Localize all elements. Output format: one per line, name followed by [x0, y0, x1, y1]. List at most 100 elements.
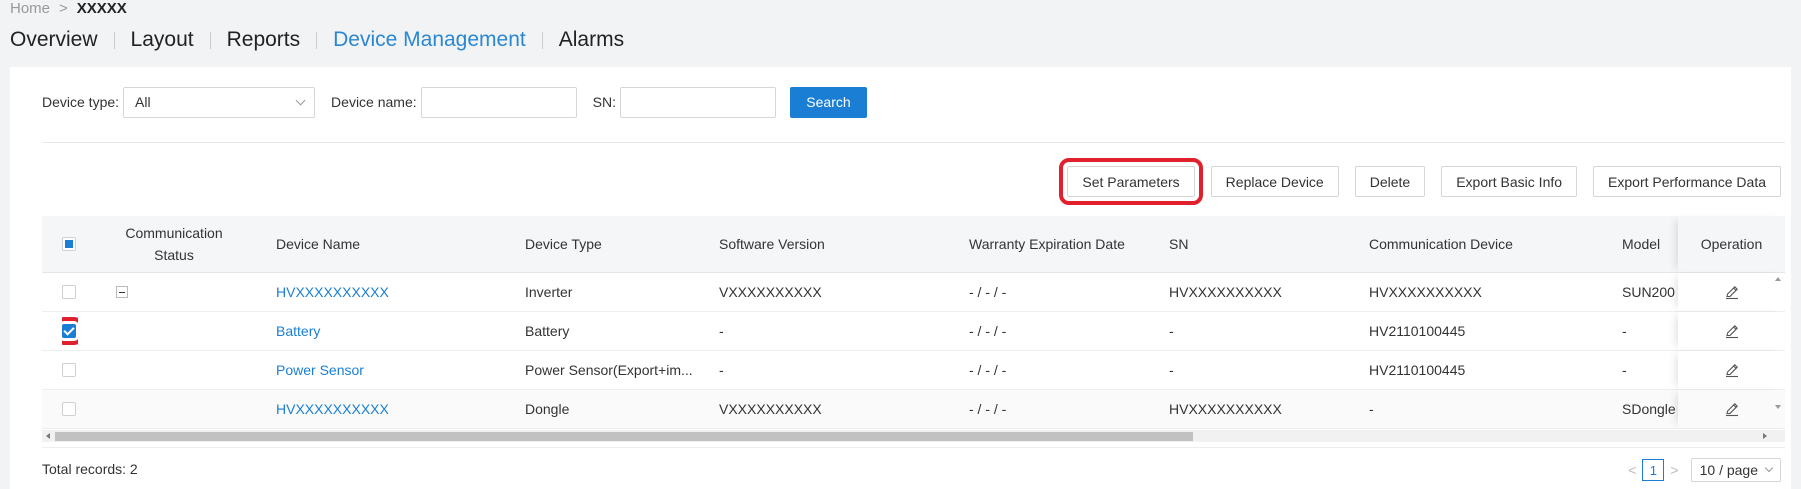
- warranty-cell: - / - / -: [969, 362, 1007, 378]
- table-row[interactable]: HVXXXXXXXXXX Inverter VXXXXXXXXXX - / - …: [42, 273, 1785, 312]
- action-toolbar: Set Parameters Replace Device Delete Exp…: [1051, 158, 1781, 205]
- horizontal-scrollbar[interactable]: [42, 430, 1785, 442]
- total-records: Total records: 2: [42, 461, 138, 477]
- device-name-input[interactable]: [420, 86, 577, 118]
- scroll-up-icon[interactable]: [1775, 277, 1781, 281]
- main-tabs: Overview Layout Reports Device Managemen…: [10, 25, 624, 55]
- tab-divider: [113, 31, 115, 49]
- model-cell: -: [1622, 362, 1627, 378]
- column-header-operation: Operation: [1678, 216, 1785, 272]
- edit-icon[interactable]: [1724, 362, 1740, 378]
- column-header-communication-device: Communication Device: [1369, 236, 1513, 252]
- scroll-down-icon[interactable]: [1775, 405, 1781, 409]
- row-checkbox[interactable]: [62, 317, 78, 345]
- page-number-button[interactable]: 1: [1642, 459, 1665, 481]
- device-name-cell: Battery: [276, 312, 476, 350]
- device-name-label: Device name:: [331, 94, 417, 110]
- operation-cell: [1678, 273, 1785, 311]
- column-header-device-type: Device Type: [525, 236, 602, 252]
- warranty-cell: - / - / -: [969, 401, 1007, 417]
- device-name-link[interactable]: Power Sensor: [276, 362, 364, 378]
- device-name-cell: HVXXXXXXXXXX: [276, 273, 476, 311]
- sn-cell: HVXXXXXXXXXX: [1169, 401, 1282, 417]
- device-type-value: All: [135, 94, 151, 110]
- communication-device-cell: HV2110100445: [1369, 323, 1466, 339]
- device-table: Communication Status Device Name Device …: [42, 216, 1785, 448]
- page-size-value: 10 / page: [1699, 462, 1758, 478]
- edit-icon[interactable]: [1724, 323, 1740, 339]
- device-management-panel: Device type: All Device name: SN: Search…: [10, 67, 1791, 489]
- breadcrumb-home[interactable]: Home: [10, 0, 50, 17]
- search-button[interactable]: Search: [789, 86, 867, 118]
- tab-device-management[interactable]: Device Management: [333, 28, 526, 52]
- model-cell: -: [1622, 323, 1627, 339]
- row-checkbox-cell: [62, 273, 78, 311]
- column-header-software-version: Software Version: [719, 236, 825, 252]
- edit-icon[interactable]: [1724, 284, 1740, 300]
- delete-button[interactable]: Delete: [1354, 166, 1426, 197]
- scroll-right-icon[interactable]: [1763, 433, 1767, 439]
- table-row[interactable]: HVXXXXXXXXXX Dongle VXXXXXXXXXX - / - / …: [42, 390, 1785, 429]
- breadcrumb: Home > XXXXX: [10, 0, 127, 18]
- filter-bar: Device type: All Device name: SN: Search: [42, 86, 867, 118]
- tab-reports[interactable]: Reports: [227, 28, 301, 52]
- chevron-down-icon: [295, 95, 306, 105]
- communication-device-cell: HVXXXXXXXXXX: [1369, 284, 1482, 300]
- sn-cell: -: [1169, 323, 1174, 339]
- tab-overview[interactable]: Overview: [10, 28, 98, 52]
- export-performance-data-button[interactable]: Export Performance Data: [1593, 166, 1781, 197]
- sn-label: SN:: [592, 94, 616, 110]
- column-header-device-name: Device Name: [276, 236, 361, 252]
- vertical-scrollbar[interactable]: [1773, 273, 1783, 409]
- filter-divider: [42, 142, 1785, 143]
- sn-input[interactable]: [619, 86, 776, 118]
- device-type-cell: Inverter: [525, 284, 573, 300]
- status-cell: [114, 312, 234, 350]
- status-cell: [114, 351, 234, 389]
- device-name-cell: HVXXXXXXXXXX: [276, 390, 476, 428]
- select-all-checkbox[interactable]: [62, 237, 76, 251]
- row-checkbox[interactable]: [62, 363, 76, 377]
- operation-cell: [1678, 351, 1785, 389]
- device-name-link[interactable]: HVXXXXXXXXXX: [276, 284, 389, 300]
- device-type-select[interactable]: All: [123, 86, 316, 118]
- device-name-cell: Power Sensor: [276, 351, 476, 389]
- row-checkbox[interactable]: [62, 402, 76, 416]
- select-all-cell: [62, 216, 78, 272]
- device-type-label: Device type:: [42, 94, 120, 110]
- device-name-link[interactable]: HVXXXXXXXXXX: [276, 401, 389, 417]
- replace-device-button[interactable]: Replace Device: [1210, 166, 1339, 197]
- warranty-cell: - / - / -: [969, 284, 1007, 300]
- column-header-sn: SN: [1169, 236, 1189, 252]
- pagination: < 1 > 10 / page: [1622, 458, 1781, 482]
- table-header: Communication Status Device Name Device …: [42, 216, 1785, 273]
- set-parameters-button[interactable]: Set Parameters: [1059, 158, 1203, 205]
- prev-page-button[interactable]: <: [1622, 462, 1642, 478]
- column-header-warranty-expiration-date: Warranty Expiration Date: [969, 236, 1125, 252]
- status-cell: [114, 273, 234, 311]
- row-checkbox[interactable]: [62, 285, 76, 299]
- tab-alarms[interactable]: Alarms: [559, 28, 624, 52]
- next-page-button[interactable]: >: [1664, 462, 1684, 478]
- scrollbar-thumb[interactable]: [55, 432, 1193, 441]
- software-version-cell: -: [719, 323, 724, 339]
- device-name-link[interactable]: Battery: [276, 323, 320, 339]
- device-type-cell: Battery: [525, 323, 570, 339]
- operation-cell: [1678, 390, 1785, 428]
- page-size-select[interactable]: 10 / page: [1690, 458, 1781, 482]
- chevron-down-icon: [1764, 463, 1774, 473]
- tab-layout[interactable]: Layout: [131, 28, 194, 52]
- edit-icon[interactable]: [1724, 401, 1740, 417]
- scroll-left-icon[interactable]: [46, 433, 50, 439]
- communication-device-cell: HV2110100445: [1369, 362, 1466, 378]
- warranty-cell: - / - / -: [969, 323, 1007, 339]
- table-row[interactable]: Battery Battery - - / - / - - HV21101004…: [42, 312, 1785, 351]
- export-basic-info-button[interactable]: Export Basic Info: [1441, 166, 1578, 197]
- column-header-model: Model: [1622, 236, 1661, 252]
- row-checkbox-cell: [62, 351, 78, 389]
- model-cell: SDongle: [1622, 401, 1676, 417]
- sn-cell: HVXXXXXXXXXX: [1169, 284, 1282, 300]
- device-type-cell: Dongle: [525, 401, 570, 417]
- table-row[interactable]: Power Sensor Power Sensor(Export+im... -…: [42, 351, 1785, 390]
- breadcrumb-separator: >: [59, 0, 68, 17]
